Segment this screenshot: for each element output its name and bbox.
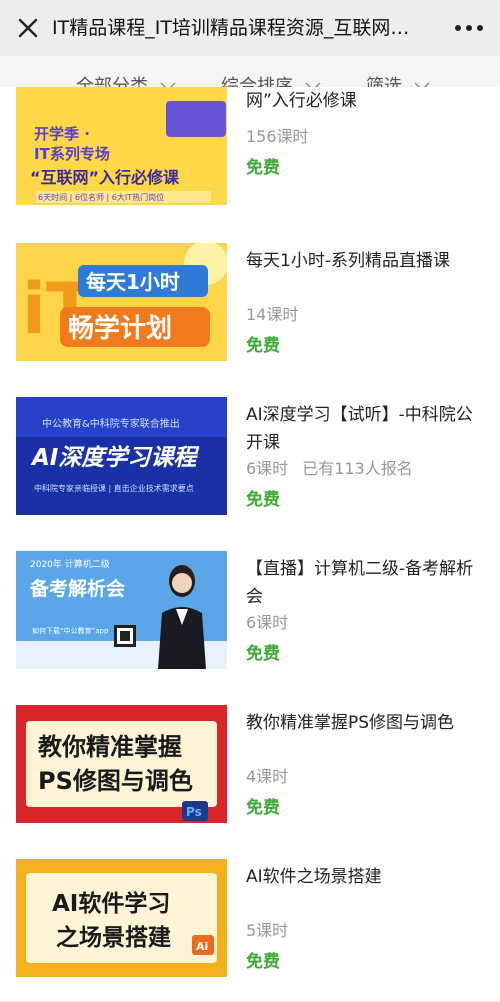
- thumb-text: 每天1小时: [86, 270, 180, 294]
- course-price: 免费: [246, 952, 280, 972]
- thumb-text: 畅学计划: [68, 313, 172, 344]
- thumb-text: 教你精准掌握: [38, 733, 182, 761]
- course-meta: 156课时: [246, 123, 309, 147]
- course-item[interactable]: 开学季 · IT系列专场 “互联网”入行必修课 6天时间 | 6位名师 | 6大…: [0, 87, 500, 232]
- course-title: 教你精准掌握PS修图与调色: [246, 713, 455, 733]
- course-item[interactable]: iT 每天1小时 畅学计划 每天1小时-系列精品直播课 14课时 免费: [0, 231, 500, 386]
- course-lessons: 6课时: [246, 613, 289, 632]
- course-thumbnail: 开学季 · IT系列专场 “互联网”入行必修课 6天时间 | 6位名师 | 6大…: [16, 87, 227, 205]
- course-title: AI软件之场景搭建: [246, 867, 382, 887]
- course-price: 免费: [246, 158, 280, 178]
- thumb-text: 备考解析会: [29, 577, 125, 600]
- course-lessons: 14课时: [246, 305, 299, 324]
- thumb-text: AI软件学习: [52, 890, 170, 917]
- course-thumbnail: iT 每天1小时 畅学计划: [16, 243, 227, 361]
- course-lessons: 156课时: [246, 127, 309, 146]
- course-item[interactable]: AI软件学习 之场景搭建 Ai AI软件之场景搭建 5课时 免费: [0, 847, 500, 1002]
- course-lessons: 4课时: [246, 767, 289, 786]
- top-bar: IT精品课程_IT培训精品课程资源_互联网…: [0, 0, 500, 56]
- thumb-text: AI深度学习课程: [30, 444, 199, 471]
- page-title: IT精品课程_IT培训精品课程资源_互联网…: [52, 17, 410, 39]
- thumb-text: “互联网”入行必修课: [30, 168, 180, 187]
- course-item[interactable]: 中公教育&中科院专家联合推出 AI深度学习课程 中科院专家亲临授课 | 直击企业…: [0, 385, 500, 540]
- thumb-text: IT系列专场: [34, 145, 110, 163]
- course-price: 免费: [246, 490, 280, 510]
- course-enrolled: 已有113人报名: [302, 459, 413, 478]
- course-lessons: 6课时: [246, 459, 289, 478]
- course-title: 每天1小时-系列精品直播课: [246, 251, 450, 271]
- course-price: 免费: [246, 336, 280, 356]
- course-meta: 5课时: [246, 917, 288, 941]
- course-thumbnail: 中公教育&中科院专家联合推出 AI深度学习课程 中科院专家亲临授课 | 直击企业…: [16, 397, 227, 515]
- course-thumbnail: 2020年 计算机二级 备考解析会 如何下载“中公教育”app: [16, 551, 227, 669]
- course-title: 【直播】计算机二级-备考解析会: [246, 559, 474, 607]
- close-icon[interactable]: [14, 14, 42, 42]
- course-title: AI深度学习【试听】-中科院公开课: [246, 405, 473, 453]
- thumb-text: 6天时间 | 6位名师 | 6大IT热门岗位: [38, 192, 164, 202]
- thumb-text: 中公教育&中科院专家联合推出: [42, 417, 180, 430]
- more-icon[interactable]: [452, 18, 486, 38]
- course-meta: 14课时: [246, 301, 298, 325]
- course-item[interactable]: 2020年 计算机二级 备考解析会 如何下载“中公教育”app 【直播】计算机二…: [0, 539, 500, 694]
- thumb-text: 如何下载“中公教育”app: [32, 626, 109, 635]
- course-meta: 6课时: [246, 609, 288, 633]
- thumb-text: 2020年 计算机二级: [30, 558, 110, 570]
- thumb-text: 开学季 ·: [34, 125, 90, 143]
- thumb-text: PS修图与调色: [38, 767, 193, 795]
- course-thumbnail: 教你精准掌握 PS修图与调色 Ps: [16, 705, 227, 823]
- thumb-text: 中科院专家亲临授课 | 直击企业技术需求要点: [34, 483, 194, 493]
- course-lessons: 5课时: [246, 921, 289, 940]
- course-meta: 4课时: [246, 763, 288, 787]
- course-price: 免费: [246, 798, 280, 818]
- course-meta: 6课时 已有113人报名: [246, 455, 413, 479]
- thumb-text: 之场景搭建: [56, 924, 171, 951]
- course-price: 免费: [246, 644, 280, 664]
- ps-badge: Ps: [186, 805, 202, 819]
- course-thumbnail: AI软件学习 之场景搭建 Ai: [16, 859, 227, 977]
- course-title: 网”入行必修课: [246, 91, 357, 111]
- course-item[interactable]: 教你精准掌握 PS修图与调色 Ps 教你精准掌握PS修图与调色 4课时 免费: [0, 693, 500, 848]
- ai-badge: Ai: [196, 940, 208, 953]
